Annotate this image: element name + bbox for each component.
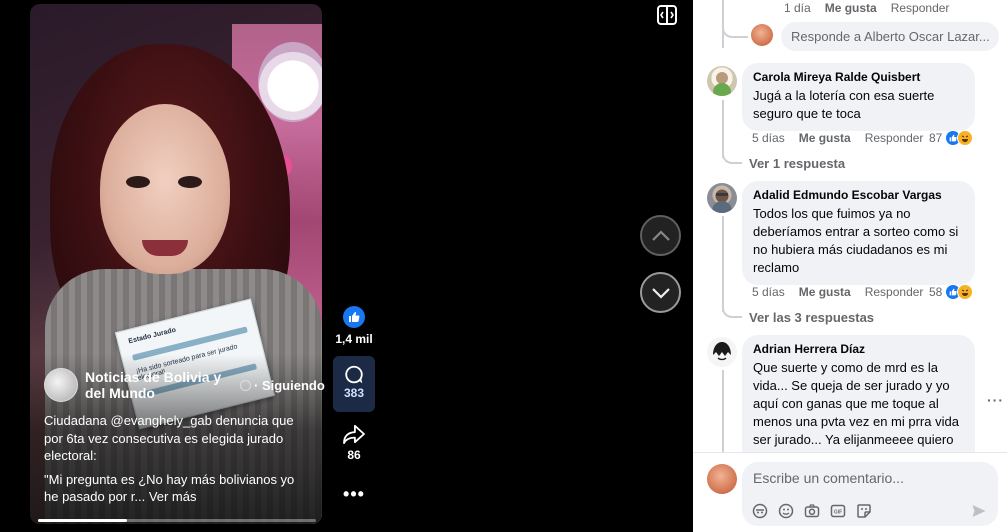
share-arrow-icon <box>333 424 375 448</box>
thumbs-up-icon <box>343 306 365 328</box>
reaction-summary[interactable]: 58 <box>929 284 974 300</box>
comment-time: 5 días <box>752 131 785 145</box>
haha-reaction-icon <box>957 284 974 300</box>
chevron-down-icon <box>651 287 670 299</box>
video-caption: Ciudadana @evanghely_gab denuncia que po… <box>44 412 309 512</box>
following-label: Siguiendo <box>261 378 325 393</box>
previous-video-button[interactable] <box>640 215 681 256</box>
video-pane: Estado Jurado ¡Ha sido sorteado para ser… <box>0 0 693 532</box>
person-eye-right <box>178 176 202 188</box>
comment-author[interactable]: Adalid Edmundo Escobar Vargas <box>753 188 964 202</box>
thread-curve <box>722 26 748 38</box>
my-avatar-small <box>751 24 773 46</box>
comments-panel: 1 día Me gusta Responder Responde a Albert… <box>693 0 1007 532</box>
background-hello-kitty <box>258 42 322 122</box>
video-progress-bar[interactable] <box>38 519 316 522</box>
caption-line-2: "Mi pregunta es ¿No hay más bolivianos y… <box>44 471 309 506</box>
send-icon[interactable] <box>970 502 988 520</box>
video-progress-fill <box>38 519 127 522</box>
emoji-icon[interactable] <box>777 502 795 520</box>
view-replies-link[interactable]: Ver 1 respuesta <box>749 156 845 171</box>
page-name[interactable]: Noticias de Bolivia y del Mundo <box>85 369 235 401</box>
page-header: Noticias de Bolivia y del Mundo · Siguie… <box>44 368 325 404</box>
reaction-count: 58 <box>929 285 943 299</box>
comment-bubble: Carola Mireya Ralde Quisbert Jugá a la l… <box>742 63 975 131</box>
thread-line <box>722 0 724 48</box>
reply-link[interactable]: Responder <box>865 131 924 145</box>
svg-text:GIF: GIF <box>834 510 842 516</box>
camera-icon[interactable] <box>803 502 821 520</box>
comment-time: 5 días <box>752 285 785 299</box>
comment-count: 383 <box>343 386 365 400</box>
like-count: 1,4 mil <box>335 332 373 346</box>
following-status[interactable]: · Siguiendo <box>240 378 325 393</box>
commenter-avatar[interactable] <box>707 337 737 367</box>
person-eye-left <box>126 176 150 188</box>
haha-reaction-icon <box>957 130 974 146</box>
comment-text: Jugá a la lotería con esa suerte seguro … <box>753 88 935 121</box>
like-link[interactable]: Me gusta <box>799 285 851 299</box>
comment-author[interactable]: Adrian Herrera Díaz <box>753 342 964 356</box>
avatar-sticker-icon[interactable] <box>751 502 769 520</box>
commenter-avatar[interactable] <box>707 66 737 96</box>
thread-line <box>722 100 724 158</box>
globe-icon <box>240 380 251 391</box>
comment-composer: GIF <box>742 462 998 526</box>
comment-text: Que suerte y como de mrd es la vida... S… <box>753 360 959 447</box>
like-action[interactable]: 1,4 mil <box>333 306 375 346</box>
comment-time: 1 día <box>784 1 811 15</box>
comment-bubble: Adalid Edmundo Escobar Vargas Todos los … <box>742 181 975 285</box>
my-avatar[interactable] <box>707 464 737 494</box>
previous-comment-meta: 1 día Me gusta Responder <box>784 1 949 15</box>
comment-bubble-icon <box>333 364 375 386</box>
comment-options-button[interactable]: ··· <box>987 392 1004 408</box>
next-video-button[interactable] <box>640 272 681 313</box>
like-link[interactable]: Me gusta <box>799 131 851 145</box>
commenter-avatar[interactable] <box>707 183 737 213</box>
caption-line-1: Ciudadana @evanghely_gab denuncia que po… <box>44 413 294 463</box>
comment-author[interactable]: Carola Mireya Ralde Quisbert <box>753 70 964 84</box>
more-options-button[interactable]: ••• <box>333 484 375 505</box>
comment-action[interactable]: 383 <box>333 356 375 412</box>
thread-line <box>722 370 724 460</box>
see-more-link[interactable]: Ver más <box>149 489 197 504</box>
share-action[interactable]: 86 <box>333 424 375 462</box>
reply-link[interactable]: Responder <box>865 285 924 299</box>
comment-meta: 5 días Me gusta Responder <box>752 285 923 299</box>
comment-meta: 5 días Me gusta Responder <box>752 131 923 145</box>
composer-area: GIF <box>693 452 1007 532</box>
like-link[interactable]: Me gusta <box>825 1 877 15</box>
reaction-summary[interactable]: 87 <box>929 130 974 146</box>
comment-text: Todos los que fuimos ya no deberíamos en… <box>753 206 959 275</box>
reply-link[interactable]: Responder <box>891 1 950 15</box>
page-avatar[interactable] <box>44 368 78 402</box>
thread-curve <box>722 152 742 164</box>
comment-bubble: Adrian Herrera Díaz Que suerte y como de… <box>742 335 975 469</box>
thread-curve <box>722 306 742 318</box>
collapse-panel-icon[interactable] <box>657 5 677 25</box>
comment-input[interactable] <box>753 470 983 486</box>
sticker-icon[interactable] <box>855 502 873 520</box>
reply-input[interactable]: Responde a Alberto Oscar Lazar... <box>781 22 999 51</box>
reaction-count: 87 <box>929 131 943 145</box>
share-count: 86 <box>347 448 361 462</box>
chevron-up-icon <box>651 229 670 241</box>
thread-line <box>722 216 724 312</box>
view-replies-link[interactable]: Ver las 3 respuestas <box>749 310 874 325</box>
gif-icon[interactable]: GIF <box>829 502 847 520</box>
